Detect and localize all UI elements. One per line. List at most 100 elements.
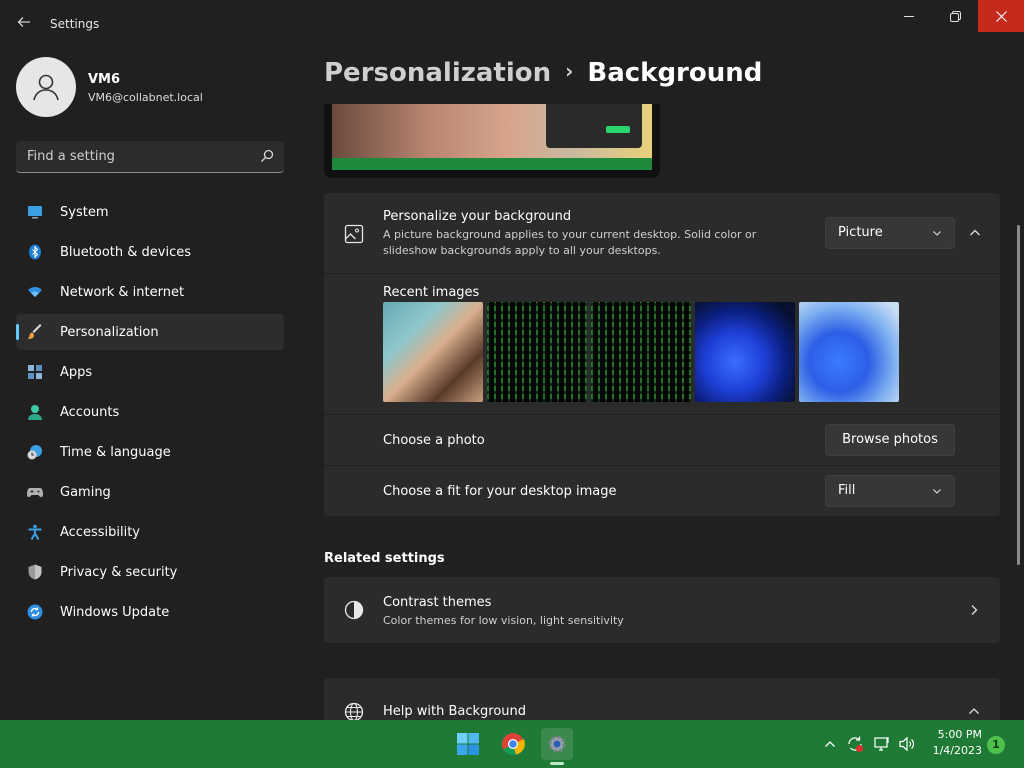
settings-taskbar-button[interactable]: [541, 728, 573, 760]
sidebar-item-time-language[interactable]: Time & language: [16, 434, 284, 470]
fit-value: Fill: [838, 483, 856, 498]
system-icon: [28, 206, 42, 219]
sidebar-nav: System Bluetooth & devices Network & int…: [16, 194, 284, 634]
personalize-background-row: Personalize your background A picture ba…: [324, 193, 1000, 273]
windows-update-icon: [27, 604, 43, 620]
start-button[interactable]: [452, 728, 484, 760]
brush-icon: [27, 324, 42, 339]
minimize-icon: [904, 15, 914, 17]
clock-date: 1/4/2023: [932, 744, 982, 757]
recent-image-4[interactable]: [695, 302, 795, 402]
chevron-up-icon: [970, 229, 980, 236]
taskbar: [0, 720, 1024, 768]
preview-taskbar: [332, 158, 652, 170]
close-button[interactable]: [978, 0, 1024, 32]
time-language-icon: [27, 445, 42, 460]
sidebar-item-label: Apps: [60, 364, 93, 380]
shield-icon: [28, 564, 42, 580]
choose-photo-row: Choose a photo Browse photos: [324, 415, 1000, 465]
apps-icon: [28, 365, 42, 379]
sidebar-item-privacy[interactable]: Privacy & security: [16, 554, 284, 590]
recent-image-5[interactable]: [799, 302, 899, 402]
sidebar-item-label: Accounts: [60, 404, 120, 420]
windows-logo-icon: [457, 733, 479, 755]
recent-images-label: Recent images: [383, 285, 480, 300]
sidebar-item-apps[interactable]: Apps: [16, 354, 284, 390]
related-settings-heading: Related settings: [324, 551, 445, 566]
volume-tray-button[interactable]: [897, 734, 917, 754]
sync-status-button[interactable]: [845, 734, 865, 754]
wifi-icon: [28, 287, 42, 297]
taskbar-clock[interactable]: 5:00 PM 1/4/2023: [920, 727, 982, 759]
user-name: VM6: [88, 72, 121, 87]
search-box: [16, 141, 284, 173]
sidebar-item-accessibility[interactable]: Accessibility: [16, 514, 284, 550]
globe-icon: [344, 702, 364, 722]
minimize-button[interactable]: [886, 0, 932, 32]
background-type-value: Picture: [838, 225, 883, 240]
sidebar-item-label: Accessibility: [60, 524, 140, 540]
browse-photos-button[interactable]: Browse photos: [825, 424, 955, 456]
chrome-taskbar-button[interactable]: [497, 728, 529, 760]
sidebar-item-label: System: [60, 204, 109, 220]
breadcrumb-separator: ›: [565, 59, 574, 83]
sidebar-item-gaming[interactable]: Gaming: [16, 474, 284, 510]
fit-dropdown[interactable]: Fill: [825, 475, 955, 507]
sidebar-item-personalization[interactable]: Personalization: [16, 314, 284, 350]
notification-badge[interactable]: 1: [987, 736, 1005, 754]
scrollbar[interactable]: [1017, 225, 1020, 565]
chevron-up-icon: [825, 741, 835, 747]
background-type-dropdown[interactable]: Picture: [825, 217, 955, 249]
network-tray-button[interactable]: [872, 734, 892, 754]
gear-icon: [548, 735, 566, 753]
chevron-down-icon: [933, 231, 941, 236]
network-icon: [874, 737, 889, 751]
sidebar-item-label: Privacy & security: [60, 564, 178, 580]
desktop-preview: [324, 104, 660, 178]
restore-button[interactable]: [932, 0, 978, 32]
sidebar-item-accounts[interactable]: Accounts: [16, 394, 284, 430]
user-email: VM6@collabnet.local: [88, 91, 203, 104]
avatar[interactable]: [16, 57, 76, 117]
sidebar-item-label: Gaming: [60, 484, 111, 500]
restore-icon: [949, 10, 961, 22]
preview-window-button: [606, 126, 630, 133]
sidebar-item-system[interactable]: System: [16, 194, 284, 230]
page-title: Background: [587, 58, 763, 88]
sidebar-item-network[interactable]: Network & internet: [16, 274, 284, 310]
sidebar-item-bluetooth[interactable]: Bluetooth & devices: [16, 234, 284, 270]
speaker-icon: [899, 736, 915, 752]
contrast-themes-row[interactable]: Contrast themes Color themes for low vis…: [324, 577, 1000, 643]
show-hidden-icons-button[interactable]: [820, 734, 840, 754]
accounts-icon: [28, 405, 42, 420]
recent-image-2[interactable]: [487, 302, 587, 402]
recent-images-list: [383, 302, 899, 402]
help-background-row[interactable]: Help with Background: [324, 678, 1000, 722]
help-background-title: Help with Background: [383, 704, 527, 719]
chevron-down-icon: [933, 489, 941, 494]
back-arrow-icon[interactable]: [14, 14, 34, 34]
chevron-up-icon: [969, 708, 979, 714]
sidebar-item-label: Windows Update: [60, 604, 170, 620]
search-icon[interactable]: [260, 149, 274, 163]
gaming-icon: [27, 488, 43, 497]
sidebar-item-label: Time & language: [60, 444, 171, 460]
chrome-icon: [502, 733, 525, 756]
clock-time: 5:00 PM: [937, 728, 982, 741]
sidebar-item-windows-update[interactable]: Windows Update: [16, 594, 284, 630]
personalize-background-description: A picture background applies to your cur…: [383, 228, 757, 257]
recent-image-3[interactable]: [591, 302, 691, 402]
recent-images-row: Recent images: [324, 274, 1000, 414]
active-app-indicator: [550, 762, 564, 765]
contrast-themes-description: Color themes for low vision, light sensi…: [383, 614, 624, 627]
sync-icon: [848, 736, 863, 752]
recent-image-1[interactable]: [383, 302, 483, 402]
title-bar: Settings: [0, 0, 1024, 48]
choose-photo-label: Choose a photo: [383, 433, 485, 448]
app-title: Settings: [50, 17, 100, 31]
personalize-background-title: Personalize your background: [383, 209, 572, 224]
choose-fit-label: Choose a fit for your desktop image: [383, 484, 617, 499]
search-input[interactable]: [16, 141, 252, 172]
collapse-button[interactable]: [963, 221, 987, 245]
breadcrumb-parent[interactable]: Personalization: [324, 58, 551, 88]
